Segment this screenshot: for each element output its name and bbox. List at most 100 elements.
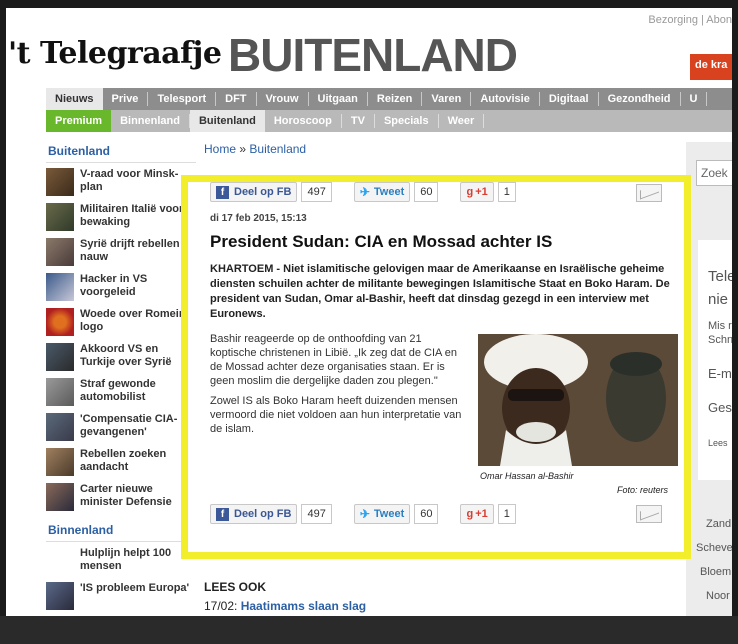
nav-item[interactable]: Autovisie bbox=[471, 92, 540, 106]
related-link[interactable]: Haatimams slaan slag bbox=[241, 599, 366, 613]
sidebar-item[interactable]: Hulplijn helpt 100 mensen bbox=[46, 544, 196, 579]
panel-link[interactable]: Zand bbox=[706, 518, 731, 530]
email-field[interactable]: E-m bbox=[708, 366, 732, 381]
gplus-share[interactable]: g +1 1 bbox=[460, 182, 516, 202]
sidebar-item[interactable]: 'Compensatie CIA-gevangenen' bbox=[46, 410, 196, 445]
sidebar-item[interactable]: Carter nieuwe minister Defensie bbox=[46, 480, 196, 515]
email-share-icon[interactable] bbox=[636, 505, 662, 523]
sidebar-item-label[interactable]: Hacker in VS voorgeleid bbox=[80, 273, 196, 299]
facebook-icon: f bbox=[216, 185, 229, 199]
gplus-icon: g bbox=[466, 508, 474, 520]
twitter-bird-icon: ✈ bbox=[359, 185, 370, 199]
gplus-button[interactable]: g +1 bbox=[460, 504, 494, 524]
breadcrumb-current[interactable]: Buitenland bbox=[249, 142, 306, 156]
site-logo[interactable]: 't Telegraafje bbox=[8, 36, 222, 71]
twitter-bird-icon: ✈ bbox=[359, 507, 370, 521]
twitter-share[interactable]: ✈ Tweet 60 bbox=[353, 182, 439, 202]
related-item[interactable]: 17/02: Haatimams slaan slag bbox=[204, 599, 366, 613]
sidebar-item-label[interactable]: Carter nieuwe minister Defensie bbox=[80, 483, 196, 509]
facebook-share[interactable]: f Deel op FB 497 bbox=[210, 182, 332, 202]
sidebar-item-label[interactable]: 'Compensatie CIA-gevangenen' bbox=[80, 413, 196, 439]
sidebar-item[interactable]: Straf gewonde automobilist bbox=[46, 375, 196, 410]
facebook-share[interactable]: f Deel op FB 497 bbox=[210, 504, 332, 524]
panel-link[interactable]: Bloem bbox=[700, 566, 731, 578]
sidebar-item[interactable]: Syrië drijft rebellen in nauw bbox=[46, 235, 196, 270]
sidebar-item[interactable]: 'IS probleem Europa' bbox=[46, 579, 196, 614]
nav-item-active[interactable]: Buitenland bbox=[189, 110, 265, 132]
breadcrumb-home[interactable]: Home bbox=[204, 142, 236, 156]
facebook-share-button[interactable]: f Deel op FB bbox=[210, 182, 298, 202]
thumbnail-image[interactable] bbox=[46, 203, 74, 231]
thumbnail-image[interactable] bbox=[46, 168, 74, 196]
panel-text: Tele bbox=[708, 268, 732, 285]
email-share-icon[interactable] bbox=[636, 184, 662, 202]
sidebar-item-label[interactable]: Akkoord VS en Turkije over Syrië bbox=[80, 343, 196, 369]
sidebar-item-label[interactable]: Straf gewonde automobilist bbox=[80, 378, 196, 404]
tweet-button[interactable]: ✈ Tweet bbox=[353, 504, 411, 524]
sidebar-heading-2[interactable]: Binnenland bbox=[46, 521, 196, 542]
thumbnail-image[interactable] bbox=[46, 582, 74, 610]
article-photo[interactable] bbox=[478, 334, 678, 466]
nav-item[interactable]: DFT bbox=[216, 92, 257, 106]
sidebar-item[interactable]: Akkoord VS en Turkije over Syrië bbox=[46, 340, 196, 375]
nav-item-premium[interactable]: Premium bbox=[46, 110, 112, 132]
top-links[interactable]: Bezorging | Abon bbox=[648, 14, 732, 26]
share-bar-bottom: f Deel op FB 497 ✈ Tweet 60 g +1 1 bbox=[210, 504, 538, 524]
browser-page: Bezorging | Abon 't Telegraafje BUITENLA… bbox=[6, 8, 732, 616]
nav-item[interactable]: TV bbox=[342, 114, 375, 128]
sidebar-item[interactable]: Rebellen zoeken aandacht bbox=[46, 445, 196, 480]
sidebar-item[interactable]: Woede over Romeins logo bbox=[46, 305, 196, 340]
thumbnail-image[interactable] bbox=[46, 448, 74, 476]
facebook-icon: f bbox=[216, 507, 229, 521]
nav-item[interactable]: Digitaal bbox=[540, 92, 599, 106]
thumbnail-image[interactable] bbox=[46, 378, 74, 406]
sidebar-item-label[interactable]: Militairen Italië voor bewaking bbox=[80, 203, 196, 229]
sidebar-item[interactable]: Militairen Italië voor bewaking bbox=[46, 200, 196, 235]
nav-item[interactable]: Prive bbox=[103, 92, 149, 106]
sidebar-item-label[interactable]: Woede over Romeins logo bbox=[80, 308, 196, 334]
nav-item[interactable]: Binnenland bbox=[111, 114, 190, 128]
nav-item[interactable]: Weer bbox=[439, 114, 485, 128]
article-body: Bashir reageerde op de onthoofding van 2… bbox=[210, 332, 462, 442]
sidebar-item[interactable]: V-raad voor Minsk-plan bbox=[46, 165, 196, 200]
article-card: f Deel op FB 497 ✈ Tweet 60 g +1 1 di 17 fe… bbox=[181, 175, 691, 559]
nav-item[interactable]: Telesport bbox=[148, 92, 217, 106]
nav-item[interactable]: Vrouw bbox=[257, 92, 309, 106]
thumbnail-image[interactable] bbox=[46, 238, 74, 266]
sidebar-item-label[interactable]: Syrië drijft rebellen in nauw bbox=[80, 238, 196, 264]
facebook-share-button[interactable]: f Deel op FB bbox=[210, 504, 298, 524]
nav-item[interactable]: Nieuws bbox=[46, 88, 103, 110]
bottom-bar bbox=[0, 616, 738, 644]
breadcrumb: Home » Buitenland bbox=[204, 142, 306, 156]
nav-item[interactable]: Gezondheid bbox=[599, 92, 681, 106]
panel-link[interactable]: Noor bbox=[706, 590, 730, 602]
promo-badge[interactable]: de kra bbox=[690, 54, 732, 80]
gplus-share[interactable]: g +1 1 bbox=[460, 504, 516, 524]
nav-item[interactable]: Specials bbox=[375, 114, 439, 128]
sidebar-item-label[interactable]: Hulplijn helpt 100 mensen bbox=[80, 547, 196, 573]
panel-text: nie bbox=[708, 291, 729, 308]
tweet-button[interactable]: ✈ Tweet bbox=[353, 182, 411, 202]
nav-item[interactable]: Horoscoop bbox=[265, 114, 342, 128]
sidebar-item-label[interactable]: V-raad voor Minsk-plan bbox=[80, 168, 196, 194]
panel-link[interactable]: Scheve bbox=[696, 542, 732, 554]
nav-item[interactable]: Varen bbox=[422, 92, 472, 106]
sidebar-item-label[interactable]: 'IS probleem Europa' bbox=[80, 582, 189, 595]
thumbnail-image[interactable] bbox=[46, 343, 74, 371]
search-input[interactable]: Zoek bbox=[696, 160, 732, 186]
sidebar-item[interactable]: Hacker in VS voorgeleid bbox=[46, 270, 196, 305]
gplus-icon: g bbox=[466, 186, 474, 198]
nav-item[interactable]: U bbox=[681, 92, 708, 106]
thumbnail-image[interactable] bbox=[46, 483, 74, 511]
thumbnail-image[interactable] bbox=[46, 273, 74, 301]
panel-link[interactable]: Lees bbox=[708, 438, 728, 448]
sidebar-item-label[interactable]: Rebellen zoeken aandacht bbox=[80, 448, 196, 474]
sidebar-heading[interactable]: Buitenland bbox=[46, 142, 196, 163]
nav-item[interactable]: Reizen bbox=[368, 92, 423, 106]
twitter-share[interactable]: ✈ Tweet 60 bbox=[353, 504, 439, 524]
gplus-button[interactable]: g +1 bbox=[460, 182, 494, 202]
thumbnail-image[interactable] bbox=[46, 413, 74, 441]
secondary-nav: Premium Binnenland Buitenland Horoscoop … bbox=[46, 110, 732, 132]
nav-item[interactable]: Uitgaan bbox=[309, 92, 368, 106]
thumbnail-image[interactable] bbox=[46, 308, 74, 336]
